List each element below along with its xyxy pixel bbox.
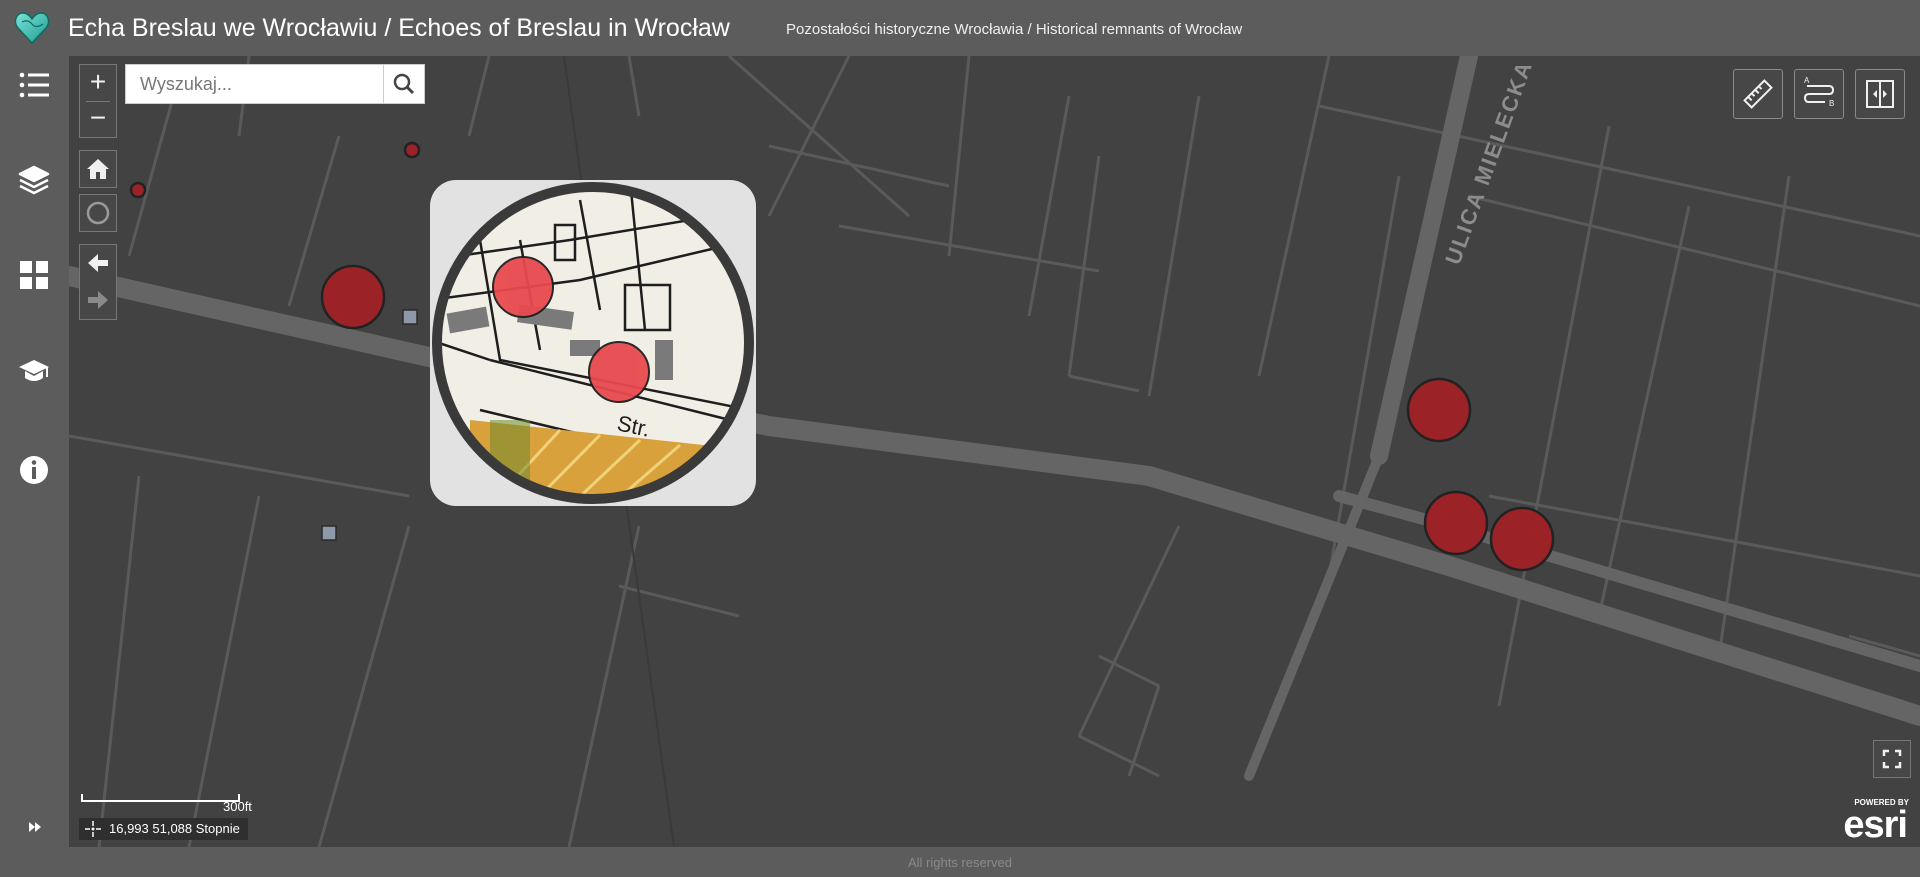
layers-icon[interactable] bbox=[17, 163, 51, 197]
map-marker[interactable] bbox=[403, 141, 421, 159]
home-icon bbox=[87, 159, 109, 179]
app-subtitle: Pozostałości historyczne Wrocławia / His… bbox=[786, 21, 1243, 38]
directions-button[interactable]: AB bbox=[1794, 69, 1844, 119]
swipe-icon bbox=[1866, 80, 1894, 108]
graduation-cap-icon[interactable] bbox=[17, 353, 51, 387]
esri-logo: POWERED BY esri bbox=[1843, 798, 1909, 846]
map-marker[interactable] bbox=[320, 264, 386, 330]
crosshair-icon bbox=[85, 821, 101, 837]
svg-text:B: B bbox=[1829, 99, 1834, 108]
footer-text: All rights reserved bbox=[907, 855, 1013, 870]
app-header: Echa Breslau we Wrocławiu / Echoes of Br… bbox=[0, 0, 1920, 56]
search-bar bbox=[125, 64, 425, 104]
locate-button[interactable] bbox=[79, 194, 117, 232]
map-view[interactable]: ULICA MIELECKA 94 + − bbox=[69, 56, 1920, 847]
home-button[interactable] bbox=[79, 150, 117, 188]
directions-icon: AB bbox=[1803, 76, 1834, 108]
scale-label: 300ft bbox=[223, 799, 252, 814]
map-marker[interactable] bbox=[1489, 506, 1555, 572]
basemap: ULICA MIELECKA 94 bbox=[69, 56, 1920, 847]
arrow-right-icon[interactable] bbox=[80, 282, 116, 318]
coordinate-readout[interactable]: 16,993 51,088 Stopnie bbox=[79, 818, 248, 840]
search-input[interactable] bbox=[126, 65, 394, 103]
locate-icon bbox=[86, 201, 110, 225]
navigation-history bbox=[79, 244, 117, 320]
svg-text:A: A bbox=[1804, 76, 1810, 85]
measure-ruler-icon bbox=[1743, 79, 1773, 109]
footer: All rights reserved bbox=[0, 847, 1920, 877]
swipe-button[interactable] bbox=[1855, 69, 1905, 119]
search-icon bbox=[393, 73, 415, 95]
map-marker[interactable] bbox=[129, 181, 147, 199]
arrow-left-icon[interactable] bbox=[80, 245, 116, 281]
zoom-out-button[interactable]: − bbox=[80, 101, 116, 137]
map-marker-square[interactable] bbox=[402, 309, 418, 325]
fullscreen-icon bbox=[1882, 749, 1902, 769]
zoom-in-button[interactable]: + bbox=[80, 65, 116, 101]
double-chevron-right-icon[interactable] bbox=[26, 818, 44, 836]
map-marker-square[interactable] bbox=[321, 525, 337, 541]
magnifier-marker bbox=[492, 256, 554, 318]
zoom-control: + − bbox=[79, 64, 117, 138]
list-icon[interactable] bbox=[17, 68, 51, 102]
fullscreen-button[interactable] bbox=[1873, 740, 1911, 778]
map-marker[interactable] bbox=[1406, 377, 1472, 443]
sidebar bbox=[0, 56, 69, 847]
measure-button[interactable] bbox=[1733, 69, 1783, 119]
scale-bar bbox=[81, 794, 241, 804]
coordinates-text: 16,993 51,088 Stopnie bbox=[109, 821, 240, 836]
historical-map-lens: Str. bbox=[432, 182, 754, 504]
magnifier-marker bbox=[588, 341, 650, 403]
grid-icon[interactable] bbox=[17, 258, 51, 292]
info-icon[interactable] bbox=[17, 453, 51, 487]
magnifier-lens[interactable]: Str. bbox=[430, 180, 756, 506]
heart-globe-icon bbox=[14, 12, 50, 45]
search-button[interactable] bbox=[383, 65, 424, 103]
app-title: Echa Breslau we Wrocławiu / Echoes of Br… bbox=[68, 14, 730, 42]
map-marker[interactable] bbox=[1423, 490, 1489, 556]
